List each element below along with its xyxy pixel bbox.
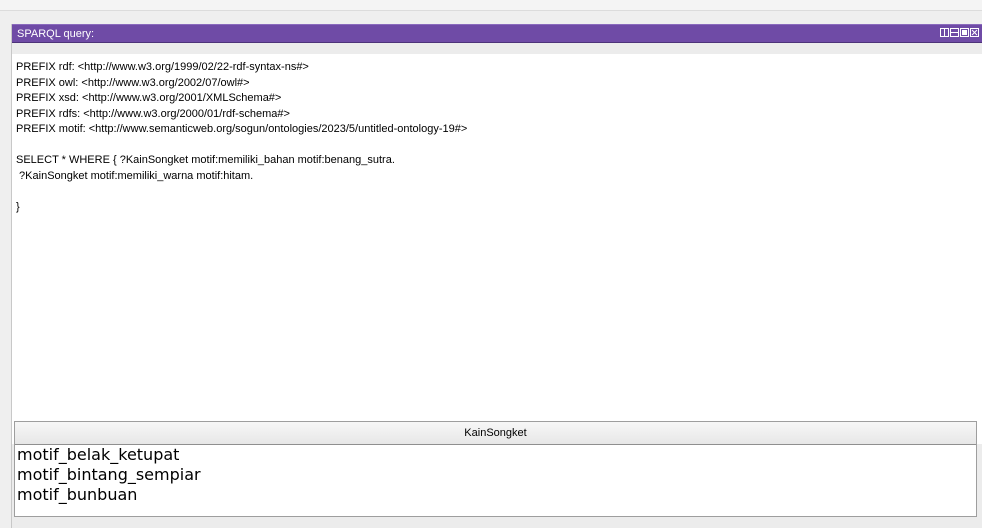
query-line: PREFIX rdfs: <http://www.w3.org/2000/01/… [16, 107, 290, 120]
window-top-strip [0, 0, 982, 11]
table-row[interactable]: motif_bintang_sempiar [15, 465, 976, 485]
query-line: ?KainSongket motif:memiliki_warna motif:… [16, 169, 254, 182]
panel-title: SPARQL query: [17, 28, 95, 40]
table-row[interactable]: motif_bunbuan [15, 485, 976, 505]
panel-title-bar[interactable]: SPARQL query: [12, 24, 982, 43]
sparql-query-panel: SPARQL query: PREFIX rdf: <http://www.w3… [11, 24, 982, 528]
horizontal-split-icon[interactable] [950, 28, 959, 37]
query-line: PREFIX rdf: <http://www.w3.org/1999/02/2… [16, 61, 309, 73]
results-table: KainSongket motif_belak_ketupat motif_bi… [14, 421, 977, 517]
query-line: SELECT * WHERE { ?KainSongket motif:memi… [16, 154, 395, 166]
results-footer [14, 517, 977, 528]
column-header-kainsongket[interactable]: KainSongket [15, 422, 976, 445]
close-icon[interactable] [970, 28, 979, 37]
query-line [16, 184, 982, 200]
query-line [16, 138, 982, 154]
split-view-icon[interactable] [940, 28, 949, 37]
maximize-icon[interactable] [960, 28, 969, 37]
query-editor[interactable]: PREFIX rdf: <http://www.w3.org/1999/02/2… [12, 54, 982, 444]
query-line: PREFIX owl: <http://www.w3.org/2002/07/o… [16, 76, 250, 89]
window-controls [940, 28, 979, 39]
query-line: } [16, 200, 20, 213]
query-line: PREFIX motif: <http://www.semanticweb.or… [16, 123, 468, 135]
query-line: PREFIX xsd: <http://www.w3.org/2001/XMLS… [16, 92, 282, 104]
table-row[interactable]: motif_belak_ketupat [15, 445, 976, 465]
